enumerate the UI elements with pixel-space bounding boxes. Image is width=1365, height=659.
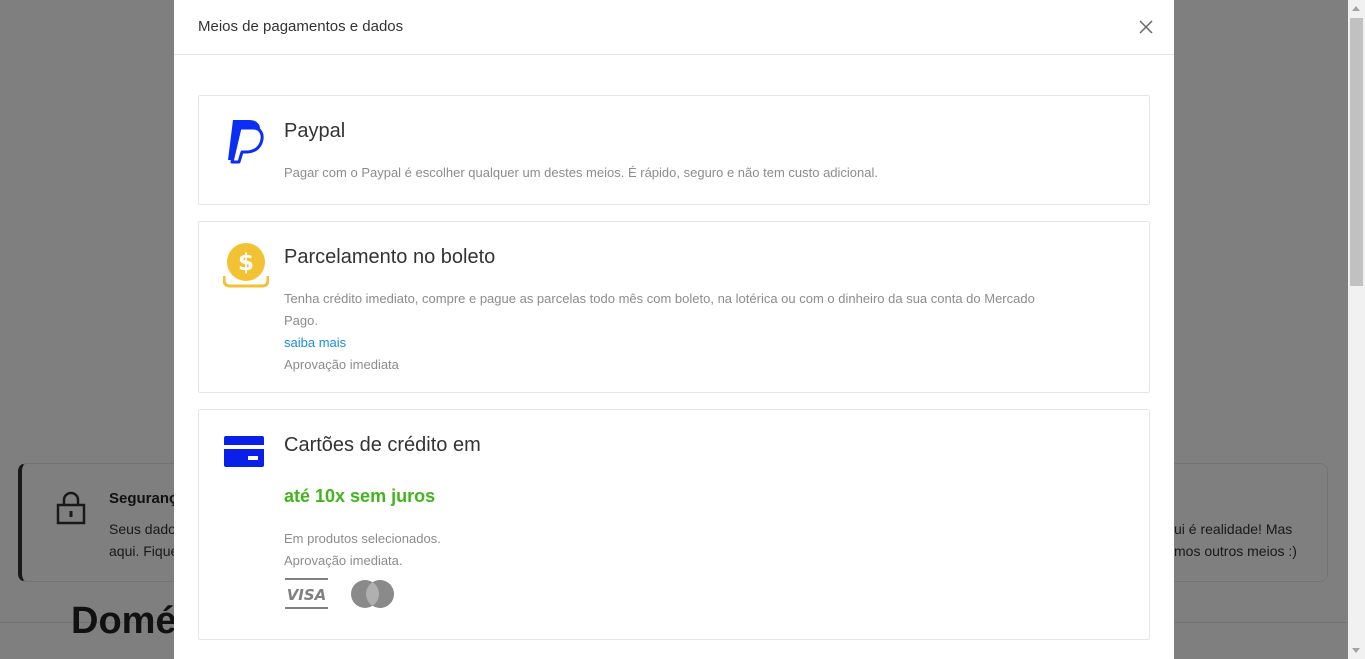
scroll-down-icon[interactable] xyxy=(1352,648,1360,653)
coin-icon: $ xyxy=(223,243,269,288)
scroll-up-icon[interactable] xyxy=(1352,6,1360,11)
credit-card-icon xyxy=(224,436,264,467)
installments-highlight: até 10x sem juros xyxy=(284,486,436,506)
approval-note: Aprovação imediata xyxy=(284,357,399,372)
paypal-icon xyxy=(228,120,264,164)
svg-text:VISA: VISA xyxy=(287,586,327,604)
option-description: Pagar com o Paypal é escolher qualquer u… xyxy=(284,165,879,180)
visa-logo: VISA xyxy=(285,578,328,609)
payment-option-paypal: Paypal Pagar com o Paypal é escolher qua… xyxy=(198,95,1150,205)
option-description: Em produtos selecionados. xyxy=(284,531,441,546)
option-title: Paypal xyxy=(284,120,346,142)
option-title: Cartões de crédito em xyxy=(284,434,481,456)
payment-option-boleto: $ Parcelamento no boleto Tenha crédito i… xyxy=(198,221,1150,393)
modal-header: Meios de pagamentos e dados xyxy=(174,0,1174,55)
page-scrollbar[interactable] xyxy=(1348,0,1365,659)
mastercard-logo: mastercard xyxy=(351,580,394,608)
payment-methods-modal: Meios de pagamentos e dados Paypal Pagar… xyxy=(174,0,1174,659)
option-description: Pago. xyxy=(284,313,318,328)
modal-title: Meios de pagamentos e dados xyxy=(198,18,404,35)
svg-text:$: $ xyxy=(238,250,254,276)
option-description: Tenha crédito imediato, compre e pague a… xyxy=(284,291,1035,306)
payment-option-credit-card: Cartões de crédito em até 10x sem juros … xyxy=(198,409,1150,640)
option-title: Parcelamento no boleto xyxy=(284,246,496,268)
option-description: Aprovação imediata. xyxy=(284,553,403,568)
learn-more-link[interactable]: saiba mais xyxy=(284,335,346,350)
close-icon[interactable] xyxy=(1136,17,1156,37)
scrollbar-thumb[interactable] xyxy=(1350,18,1363,286)
